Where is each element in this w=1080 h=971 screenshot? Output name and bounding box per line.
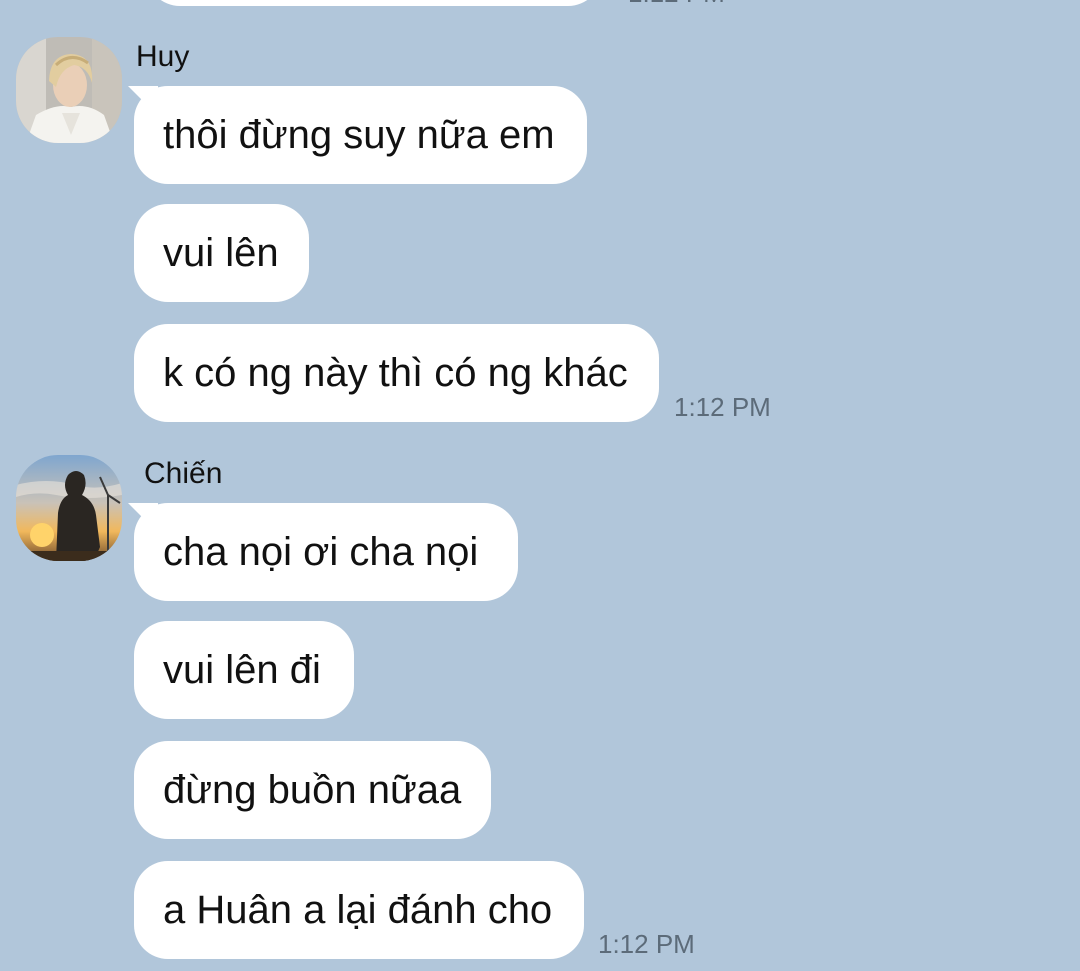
avatar-chien[interactable] [16,455,122,561]
message-bubble[interactable]: a Huân a lại đánh cho [134,861,584,959]
user-avatar-sunset-silhouette-icon [16,455,122,561]
message-bubble[interactable]: vui lên đi [134,621,354,719]
message-bubble[interactable]: thôi đừng suy nữa em [134,86,587,184]
message-bubble[interactable]: vui lên [134,204,309,302]
message-bubble[interactable]: k có ng này thì có ng khác [134,324,659,422]
message-bubble[interactable]: đừng buồn nữaa [134,741,491,839]
avatar-huy[interactable] [16,37,122,143]
message-time: 1:12 PM [598,929,695,959]
message-bubble-previous[interactable] [146,0,602,6]
chat-message-list[interactable]: 1:12 PM Huy thôi đừng suy nữa em vui lên… [0,0,1080,971]
message-time-previous: 1:12 PM [628,0,725,9]
sender-name-huy: Huy [136,40,190,73]
user-avatar-blonde-man-icon [16,37,122,143]
message-bubble[interactable]: cha nọi ơi cha nọi [134,503,518,601]
message-time: 1:12 PM [674,392,771,422]
sender-name-chien: Chiến [144,457,223,490]
